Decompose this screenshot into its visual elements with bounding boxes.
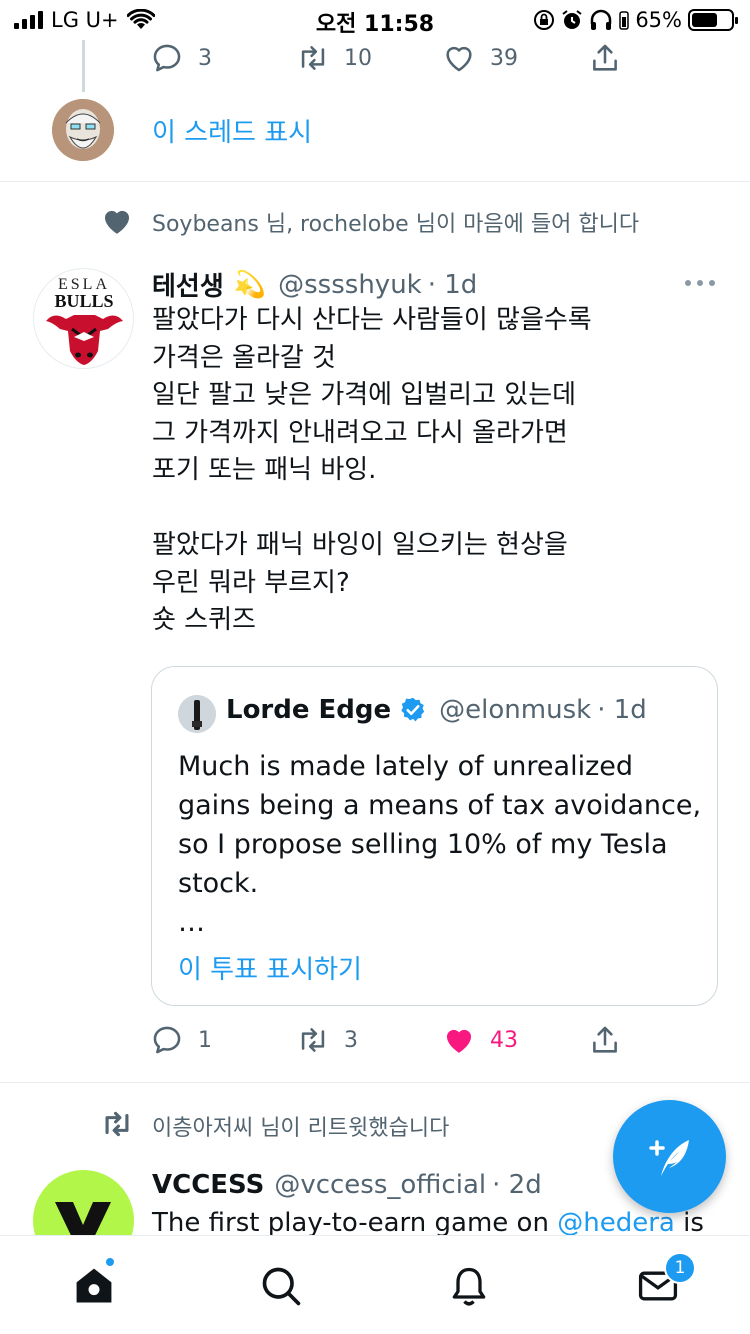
- share-button[interactable]: [588, 1023, 622, 1057]
- tweet-body-line: 팔았다가 패닉 바잉이 일으키는 현상을: [152, 530, 568, 560]
- tweet-body-line: 가격은 올라갈 것: [152, 342, 336, 373]
- author-handle[interactable]: @sssshyuk: [278, 270, 422, 300]
- compose-feather-icon: [648, 1139, 689, 1176]
- tweet-time[interactable]: · 2d: [492, 1170, 542, 1200]
- show-thread-link[interactable]: 이 스레드 표시: [152, 112, 312, 149]
- reply-count: 1: [198, 1027, 212, 1053]
- reply-icon: [153, 1026, 181, 1054]
- tweet-divider: [0, 181, 750, 182]
- retweeted-by-context: 이층아저씨 님이 리트윗했습니다: [152, 1116, 450, 1141]
- reply-icon: [153, 44, 181, 72]
- headphones-icon: [591, 9, 612, 30]
- quoted-body-line: so I propose selling 10% of my Tesla: [178, 829, 668, 860]
- author-handle[interactable]: @vccess_official: [274, 1170, 486, 1200]
- home-new-dot: [104, 1256, 116, 1268]
- like-count: 39: [490, 45, 518, 71]
- battery-percent: 65%: [635, 8, 682, 32]
- tweet-body-line: 우린 뭐라 부르지?: [152, 567, 350, 598]
- tweet-body-line: 그 가격까지 안내려오고 다시 올라가면: [152, 417, 568, 448]
- author-name[interactable]: VCCESS: [152, 1170, 264, 1200]
- quoted-header: Lorde Edge @elonmusk · 1d: [226, 695, 647, 725]
- reply-count: 3: [198, 45, 212, 71]
- search-icon: [262, 1267, 301, 1306]
- retweet-context-icon: [105, 1111, 129, 1137]
- retweet-count: 10: [344, 45, 372, 71]
- quoted-body-line: gains being a means of tax avoidance,: [178, 790, 702, 821]
- author-name[interactable]: 테선생: [152, 266, 224, 303]
- sparkle-emoji: 💫: [233, 269, 267, 300]
- tweet-time[interactable]: · 1d: [428, 270, 478, 300]
- tweet-author-avatar[interactable]: ESLA BULLS: [33, 268, 134, 369]
- tweet2-header: VCCESS @vccess_official · 2d: [152, 1170, 542, 1200]
- alarm-icon: [562, 10, 582, 29]
- tweet-body-line: 포기 또는 패닉 바잉.: [152, 455, 377, 485]
- reply-button[interactable]: 1: [150, 1023, 296, 1057]
- quoted-body-line: …: [178, 907, 205, 938]
- share-icon: [593, 1026, 617, 1053]
- tweet-divider: [0, 1082, 750, 1083]
- tweet-header: 테선생 💫 @sssshyuk · 1d: [152, 266, 477, 303]
- like-button[interactable]: 39: [442, 41, 588, 75]
- headphone-battery-icon: [619, 11, 630, 30]
- heart-filled-icon: [446, 1029, 472, 1053]
- quoted-tweet-card[interactable]: Lorde Edge @elonmusk · 1d Much is made l…: [151, 666, 718, 1006]
- verified-badge-icon: [401, 697, 425, 722]
- tweet-body: 팔았다가 다시 산다는 사람들이 많을수록가격은 올라갈 것일단 팔고 낮은 가…: [152, 302, 592, 640]
- mention-link[interactable]: @hedera: [557, 1208, 675, 1238]
- rocket-icon: [178, 695, 216, 733]
- messages-badge: 1: [664, 1252, 696, 1284]
- quoted-body-line: Much is made lately of unrealized: [178, 751, 634, 782]
- retweet-icon: [301, 46, 325, 70]
- like-count: 43: [490, 1027, 518, 1053]
- bulls-logo-icon: ESLA BULLS: [46, 276, 123, 365]
- bell-icon: [452, 1267, 486, 1306]
- tab-home[interactable]: [72, 1256, 116, 1308]
- tweet2-body: The first play-to-earn game on @hedera i…: [152, 1208, 704, 1238]
- tab-notifications[interactable]: [447, 1264, 491, 1308]
- tweet-body-line: 팔았다가 다시 산다는 사람들이 많을수록: [152, 305, 592, 335]
- svg-text:BULLS: BULLS: [54, 291, 113, 311]
- quoted-body-line: stock.: [178, 868, 259, 899]
- bearded-face-icon: [52, 99, 114, 161]
- compose-tweet-button[interactable]: [613, 1100, 726, 1213]
- retweet-button[interactable]: 3: [296, 1023, 442, 1057]
- retweet-icon: [301, 1028, 325, 1052]
- tweet-body-line: [152, 490, 592, 528]
- tab-search[interactable]: [259, 1264, 303, 1308]
- show-poll-link[interactable]: 이 투표 표시하기: [178, 949, 362, 986]
- reply-button[interactable]: 3: [150, 41, 296, 75]
- liked-by-context: Soybeans 님, rochelobe 님이 마음에 들어 합니다: [152, 212, 640, 237]
- thread-line: [82, 40, 85, 92]
- share-icon: [593, 44, 617, 71]
- tweet-body-line: 일단 팔고 낮은 가격에 입벌리고 있는데: [152, 380, 577, 410]
- liked-heart-icon: [104, 210, 130, 234]
- status-bar: LG U+ 오전 11:58 65%: [0, 0, 750, 40]
- thread-author-avatar[interactable]: [52, 99, 114, 161]
- bottom-tab-bar: 1: [0, 1235, 750, 1334]
- like-button-active[interactable]: 43: [442, 1023, 588, 1057]
- quoted-author-avatar: [178, 695, 216, 733]
- tweet-actions: 1 3 43: [150, 1022, 622, 1058]
- tweet2-text: The first play-to-earn game on: [152, 1208, 558, 1238]
- retweet-count: 3: [344, 1027, 358, 1053]
- quoted-handle: @elonmusk: [439, 695, 592, 725]
- tab-messages[interactable]: 1: [636, 1252, 696, 1308]
- tweet2-text-suffix: is: [674, 1208, 704, 1238]
- quoted-body: Much is made lately of unrealized gains b…: [178, 747, 701, 942]
- share-button[interactable]: [588, 41, 622, 75]
- quoted-author-name: Lorde Edge: [226, 695, 392, 725]
- battery-icon: [688, 9, 738, 31]
- tweet-body-line: 숏 스퀴즈: [152, 605, 256, 635]
- more-options-icon[interactable]: [684, 278, 716, 288]
- retweet-button[interactable]: 10: [296, 41, 442, 75]
- thread-top-actions: 3 10 39: [150, 40, 622, 76]
- heart-icon: [446, 46, 472, 72]
- rotation-lock-icon: [534, 10, 555, 30]
- home-icon: [76, 1268, 112, 1303]
- quoted-time: · 1d: [597, 695, 647, 725]
